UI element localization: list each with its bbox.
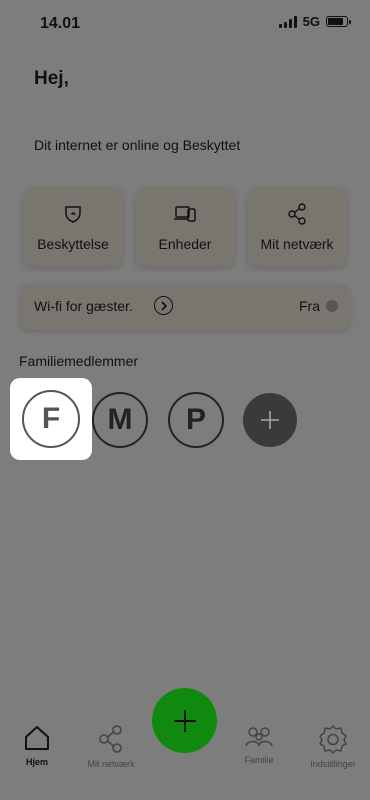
- nav-label: Familie: [244, 755, 274, 765]
- guest-wifi-label: Wi-fi for gæster.: [34, 298, 133, 314]
- guest-wifi-row[interactable]: Wi-fi for gæster. Fra: [20, 284, 350, 330]
- status-indicators: 5G: [278, 14, 351, 29]
- add-button[interactable]: [152, 688, 217, 753]
- plus-icon: [261, 411, 279, 429]
- settings-icon: [319, 725, 347, 754]
- battery-icon: [326, 16, 351, 27]
- home-icon: [25, 726, 49, 750]
- nav-label: Hjem: [25, 757, 48, 767]
- add-member-button[interactable]: [243, 393, 297, 447]
- guest-wifi-toggle[interactable]: [326, 300, 338, 312]
- nav-family[interactable]: Familie: [222, 724, 296, 765]
- member-avatar[interactable]: M: [92, 392, 148, 448]
- nav-settings[interactable]: Indstillinger: [296, 724, 370, 769]
- internet-status: Dit internet er online og Beskyttet: [34, 137, 241, 153]
- member-avatar[interactable]: F: [22, 390, 80, 448]
- card-devices[interactable]: Enheder: [135, 187, 235, 267]
- family-heading: Familiemedlemmer: [19, 353, 139, 369]
- nav-label: Indstillinger: [310, 759, 356, 769]
- network-type: 5G: [302, 14, 320, 29]
- card-protection[interactable]: Beskyttelse: [23, 187, 123, 267]
- chevron-right-icon[interactable]: [154, 296, 173, 315]
- member-avatar[interactable]: P: [168, 392, 224, 448]
- family-icon: [245, 727, 273, 747]
- share-network-icon: [99, 725, 122, 753]
- greeting: Hej,: [34, 68, 69, 89]
- nav-my-network[interactable]: Mit netværk: [74, 724, 148, 769]
- card-my-network[interactable]: Mit netværk: [247, 187, 347, 267]
- guest-wifi-state: Fra: [299, 298, 320, 314]
- card-label: Mit netværk: [260, 236, 334, 252]
- card-label: Enheder: [158, 236, 212, 252]
- nav-label: Mit netværk: [87, 759, 135, 769]
- devices-icon: [173, 202, 197, 226]
- signal-icon: [278, 15, 297, 28]
- battery-fill: [328, 18, 344, 25]
- shield-icon: [61, 202, 85, 226]
- plus-icon: [173, 709, 196, 732]
- status-time: 14.01: [40, 15, 81, 32]
- card-label: Beskyttelse: [37, 236, 109, 252]
- share-network-icon: [285, 202, 309, 226]
- nav-home[interactable]: Hjem: [0, 724, 74, 767]
